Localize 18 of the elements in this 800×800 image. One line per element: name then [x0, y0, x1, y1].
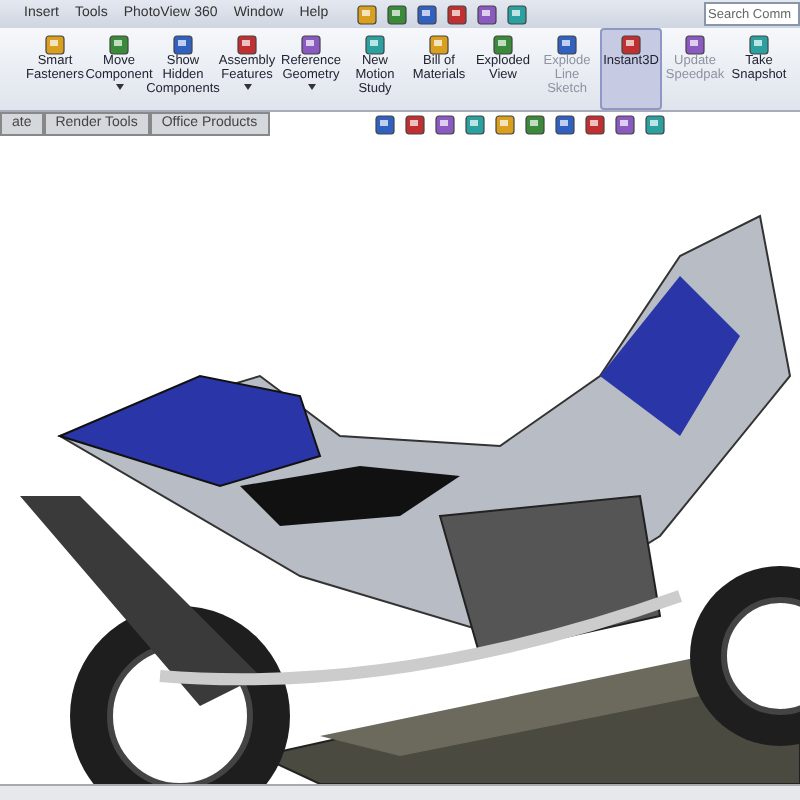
component-icon: [108, 34, 130, 56]
component-icon: [556, 34, 578, 56]
component-icon: [748, 34, 770, 56]
toolbar-icon: [506, 3, 529, 25]
toolbar-icon: [446, 3, 469, 25]
component-icon: [300, 34, 322, 56]
toolbar-icon: [356, 3, 379, 25]
component-icon: [364, 34, 386, 56]
toolbar-icon: [386, 3, 409, 25]
component-icon: [492, 34, 514, 56]
component-icon: [236, 34, 258, 56]
component-icon: [684, 34, 706, 56]
toolbar-icon: [476, 3, 499, 25]
component-icon: [428, 34, 450, 56]
component-icon: [44, 34, 66, 56]
component-icon: [172, 34, 194, 56]
toolbar-icon: [416, 3, 439, 25]
component-icon: [620, 34, 642, 56]
